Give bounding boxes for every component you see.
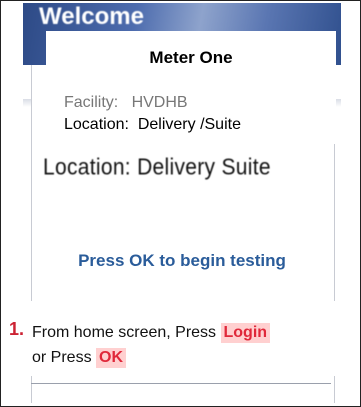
login-key[interactable]: Login bbox=[220, 323, 271, 343]
screen-bottom-divider bbox=[31, 383, 331, 384]
step-text-middle: or Press bbox=[32, 349, 97, 366]
step-text-before: From home screen, Press bbox=[32, 324, 221, 341]
screen-location-text: Location: Delivery Suite bbox=[43, 155, 271, 180]
press-ok-prompt[interactable]: Press OK to begin testing bbox=[23, 251, 341, 271]
instruction-step: 1. From home screen, Press Login or Pres… bbox=[1, 301, 344, 376]
location-label: Location: Delivery /Suite bbox=[64, 116, 241, 133]
meter-info-card: Meter One Facility: HVDHB Location: Deli… bbox=[46, 31, 336, 144]
ok-key[interactable]: OK bbox=[96, 348, 127, 368]
meter-name: Meter One bbox=[149, 48, 233, 67]
screenshot-frame: Welcome Location: Delivery Suite Press O… bbox=[0, 0, 361, 407]
step-number: 1. bbox=[9, 319, 25, 339]
facility-label: Facility: HVDHB bbox=[64, 94, 188, 111]
step-text: From home screen, Press Login or Press O… bbox=[32, 320, 344, 370]
welcome-title: Welcome bbox=[39, 3, 144, 30]
